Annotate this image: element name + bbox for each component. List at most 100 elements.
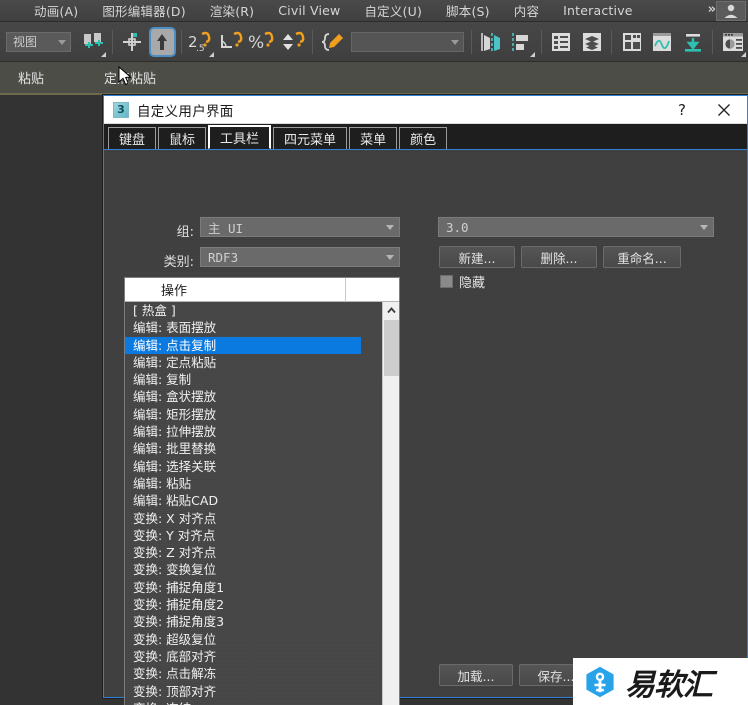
list-item[interactable]: 编辑: 复制 <box>125 371 384 388</box>
hide-checkbox-row[interactable]: 隐藏 <box>440 272 485 291</box>
hide-checkbox[interactable] <box>440 275 453 288</box>
menu-civil-view[interactable]: Civil View <box>266 3 352 18</box>
menu-overflow-icon[interactable]: » <box>708 2 717 17</box>
toolbar-separator-4 <box>470 29 472 54</box>
menu-customize[interactable]: 自定义(U) <box>352 1 434 20</box>
tab-toolbars[interactable]: 工具栏 <box>208 125 272 149</box>
link-glyph <box>83 32 103 48</box>
list-item[interactable]: 编辑: 点击复制 <box>125 336 361 354</box>
dialog-titlebar[interactable]: 3 自定义用户界面 ? <box>104 96 747 124</box>
app-icon: 3 <box>113 101 129 118</box>
list-body[interactable]: [ 热盒 ] 编辑: 表面摆放 编辑: 点击复制 编辑: 定点粘贴 编辑: 复制 编辑: … <box>125 302 384 705</box>
menu-scripting[interactable]: 脚本(S) <box>434 1 502 20</box>
select-and-move-icon[interactable] <box>148 26 176 57</box>
edit-named-selection-sets-icon[interactable] <box>318 26 347 58</box>
dialog-tabs: 键盘 鼠标 工具栏 四元菜单 菜单 颜色 <box>104 124 747 150</box>
angle-snap-toggle-icon[interactable] <box>217 26 246 58</box>
list-item[interactable]: 编辑: 拉伸摆放 <box>125 423 384 440</box>
move-arrow-glyph <box>157 33 168 50</box>
select-and-link-icon[interactable] <box>78 26 107 58</box>
list-item[interactable]: 变换: 变换复位 <box>125 561 384 578</box>
list-item[interactable]: 变换: 点击解冻 <box>125 665 384 682</box>
percent-snap-toggle-icon[interactable]: % <box>248 26 277 58</box>
delete-button[interactable]: 删除... <box>521 246 597 268</box>
import-icon[interactable] <box>679 26 708 58</box>
list-item[interactable]: 变换: 超级复位 <box>125 631 384 648</box>
named-selection-set-field[interactable] <box>350 31 464 52</box>
menu-render[interactable]: 渲染(R) <box>198 1 266 20</box>
list-item[interactable]: 编辑: 矩形摆放 <box>125 406 384 423</box>
mirror-icon[interactable] <box>477 26 506 58</box>
menu-animation[interactable]: 动画(A) <box>22 1 90 20</box>
view-selector-value: 视图 <box>13 35 38 49</box>
list-item[interactable]: 变换: 捕捉角度3 <box>125 613 384 630</box>
spinner-snap-glyph <box>282 31 305 50</box>
scroll-up-icon[interactable] <box>383 302 399 319</box>
layer-manager-icon[interactable] <box>578 26 607 58</box>
toolbar-select-combo[interactable]: 3.0 <box>438 217 714 237</box>
align-icon[interactable] <box>507 26 536 58</box>
tab-colors[interactable]: 颜色 <box>399 127 448 149</box>
scroll-thumb[interactable] <box>384 320 399 376</box>
list-item[interactable]: 编辑: 粘贴CAD <box>125 492 384 509</box>
flyout-corner-icon-4 <box>740 51 746 57</box>
list-item[interactable]: 变换: 顶部对齐 <box>125 683 384 700</box>
list-item[interactable]: 变换: X 对齐点 <box>125 510 384 527</box>
crosshair-glyph <box>123 32 142 51</box>
list-item[interactable]: 编辑: 定点粘贴 <box>125 354 384 371</box>
list-item[interactable]: 变换: 捕捉角度2 <box>125 596 384 613</box>
list-item[interactable]: [ 热盒 ] <box>125 302 384 319</box>
toolbar-separator-3 <box>312 29 314 54</box>
flyout-corner-icon-3 <box>529 51 535 57</box>
align-glyph <box>511 32 528 51</box>
list-item[interactable]: 变换: Y 对齐点 <box>125 527 384 544</box>
paste-button[interactable]: 粘贴 <box>8 68 54 87</box>
material-editor-icon[interactable] <box>617 26 646 58</box>
list-item[interactable]: 编辑: 表面摆放 <box>125 319 384 336</box>
chevron-down-icon <box>386 225 394 230</box>
load-button[interactable]: 加载... <box>439 664 513 686</box>
list-item[interactable]: 变换: 冻结 <box>125 700 384 705</box>
help-icon[interactable]: ? <box>671 100 693 120</box>
angle-snap-glyph <box>220 31 242 48</box>
group-combo[interactable]: 主 UI <box>200 217 400 237</box>
toolbar-separator <box>111 29 113 54</box>
user-avatar-icon[interactable] <box>716 1 746 21</box>
category-label: 类别: <box>163 255 194 270</box>
menu-graph-editor[interactable]: 图形编辑器(D) <box>90 1 197 20</box>
curve-glyph <box>653 32 672 51</box>
grid-panel-glyph <box>622 32 641 51</box>
list-item[interactable]: 编辑: 盒状摆放 <box>125 388 384 405</box>
list-item[interactable]: 编辑: 批里替换 <box>125 440 384 457</box>
close-icon[interactable] <box>711 99 737 121</box>
tab-quad-menu[interactable]: 四元菜单 <box>273 127 348 149</box>
list-item[interactable]: 变换: 捕捉角度1 <box>125 579 384 596</box>
list-item[interactable]: 变换: 底部对齐 <box>125 648 384 665</box>
render-setup-icon[interactable] <box>718 26 747 58</box>
menu-interactive[interactable]: Interactive <box>551 3 645 18</box>
layer-explorer-icon[interactable] <box>547 26 576 58</box>
tab-mouse[interactable]: 鼠标 <box>158 127 207 149</box>
list-item[interactable]: 编辑: 选择关联 <box>125 458 384 475</box>
spinner-snap-toggle-icon[interactable] <box>279 26 308 58</box>
download-glyph <box>684 33 701 52</box>
tab-menus[interactable]: 菜单 <box>349 127 398 149</box>
select-object-icon[interactable] <box>118 26 147 58</box>
watermark-logo-icon <box>586 666 614 697</box>
menu-content[interactable]: 内容 <box>502 1 551 20</box>
curve-editor-icon[interactable] <box>648 26 677 58</box>
rename-button[interactable]: 重命名... <box>603 246 681 268</box>
list-item[interactable]: 编辑: 粘贴 <box>125 475 384 492</box>
dialog-body: 组: 主 UI 类别: RDF3 3.0 新建... 删除... 重命名... … <box>104 150 747 705</box>
list-vertical-scrollbar[interactable] <box>382 302 399 705</box>
chevron-down-icon <box>58 39 67 45</box>
category-combo[interactable]: RDF3 <box>200 247 400 267</box>
toolbar-separator-6 <box>611 29 613 54</box>
group-label: 组: <box>176 225 194 240</box>
new-button[interactable]: 新建... <box>439 246 515 268</box>
tab-keyboard[interactable]: 键盘 <box>108 127 157 149</box>
list-item[interactable]: 变换: Z 对齐点 <box>125 544 384 561</box>
paste-to-point-button[interactable]: 定点粘贴 <box>94 68 166 87</box>
view-selector-combo[interactable]: 视图 <box>6 31 72 52</box>
snaps-toggle-icon[interactable]: 2 .5 <box>187 26 216 58</box>
